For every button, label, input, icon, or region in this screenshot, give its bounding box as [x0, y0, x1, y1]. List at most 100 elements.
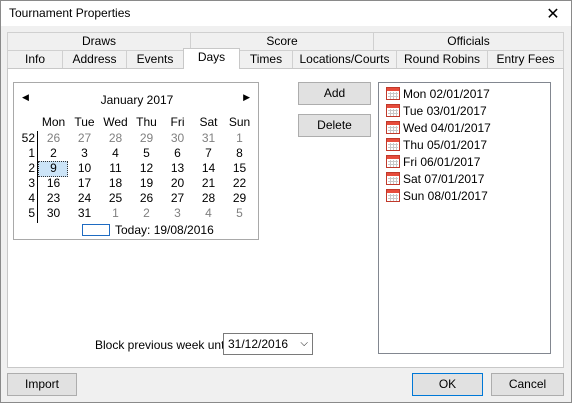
ok-button[interactable]: OK: [412, 373, 483, 396]
calendar-day[interactable]: 4: [193, 206, 224, 220]
calendar-day[interactable]: 27: [69, 131, 100, 145]
calendar-day[interactable]: 13: [162, 161, 193, 175]
calendar-day[interactable]: 16: [38, 176, 69, 190]
calendar-day[interactable]: 2: [131, 206, 162, 220]
calendar-icon: [386, 155, 400, 168]
calendar-day[interactable]: 26: [131, 191, 162, 205]
calendar-day[interactable]: 19: [131, 176, 162, 190]
window-title: Tournament Properties: [9, 6, 131, 20]
tab-officials[interactable]: Officials: [373, 32, 564, 50]
calendar-day[interactable]: 30: [38, 206, 69, 220]
calendar-day[interactable]: 12: [131, 161, 162, 175]
calendar-day[interactable]: 30: [162, 131, 193, 145]
weekday-name: Tue: [74, 115, 95, 129]
calendar-day[interactable]: 1: [100, 206, 131, 220]
calendar-icon: [386, 138, 400, 151]
days-list[interactable]: Mon 02/01/2017 Tue 03/01/2017 Wed 04/01/…: [378, 82, 551, 354]
calendar-month-label[interactable]: January 2017: [14, 93, 260, 107]
weekday-name: Thu: [136, 115, 157, 129]
block-previous-week-label: Block previous week until:: [95, 338, 234, 352]
calendar-day[interactable]: 10: [69, 161, 100, 175]
calendar-day[interactable]: 22: [224, 176, 255, 190]
today-marker[interactable]: [82, 224, 110, 236]
week-number: 5: [28, 206, 35, 220]
calendar-day[interactable]: 29: [131, 131, 162, 145]
tab-draws[interactable]: Draws: [7, 32, 191, 50]
week-number: 52: [21, 131, 35, 145]
calendar-day[interactable]: 1: [224, 131, 255, 145]
list-item[interactable]: Mon 02/01/2017: [386, 85, 490, 102]
calendar-day[interactable]: 20: [162, 176, 193, 190]
calendar-day[interactable]: 3: [69, 146, 100, 160]
list-item[interactable]: Wed 04/01/2017: [386, 119, 491, 136]
calendar-day[interactable]: 31: [69, 206, 100, 220]
week-number: 3: [28, 176, 35, 190]
calendar-day[interactable]: 26: [38, 131, 69, 145]
calendar-day[interactable]: 31: [193, 131, 224, 145]
list-item[interactable]: Thu 05/01/2017: [386, 136, 487, 153]
calendar-day[interactable]: 3: [162, 206, 193, 220]
calendar-day[interactable]: 29: [224, 191, 255, 205]
tab-events[interactable]: Events: [126, 50, 184, 68]
calendar-day[interactable]: 17: [69, 176, 100, 190]
calendar-day[interactable]: 11: [100, 161, 131, 175]
weekday-name: Mon: [41, 115, 66, 129]
calendar-day[interactable]: 2: [38, 146, 69, 160]
calendar-day[interactable]: 27: [162, 191, 193, 205]
tab-address[interactable]: Address: [62, 50, 127, 68]
calendar-icon: [386, 172, 400, 185]
week-number: 4: [28, 191, 35, 205]
calendar-day[interactable]: 5: [131, 146, 162, 160]
delete-button[interactable]: Delete: [298, 114, 371, 137]
weekday-name: Sat: [199, 115, 218, 129]
calendar-icon: [386, 121, 400, 134]
weekday-name: Sun: [228, 115, 251, 129]
list-item[interactable]: Sat 07/01/2017: [386, 170, 484, 187]
calendar-day[interactable]: 18: [100, 176, 131, 190]
calendar-icon: [386, 189, 400, 202]
month-calendar[interactable]: ◀ January 2017 ▶ Mon Tue Wed Thu Fri Sat…: [13, 82, 259, 240]
import-button[interactable]: Import: [7, 373, 77, 396]
block-date-value: 31/12/2016: [228, 337, 289, 351]
list-item-label: Mon 02/01/2017: [403, 86, 490, 101]
calendar-day[interactable]: 24: [69, 191, 100, 205]
week-number: 1: [28, 146, 35, 160]
tab-locations-courts[interactable]: Locations/Courts: [292, 50, 397, 68]
calendar-icon: [386, 87, 400, 100]
calendar-day[interactable]: 9: [38, 161, 69, 175]
tab-info[interactable]: Info: [7, 50, 63, 68]
calendar-day[interactable]: 5: [224, 206, 255, 220]
calendar-day[interactable]: 23: [38, 191, 69, 205]
today-label[interactable]: Today: 19/08/2016: [115, 223, 214, 237]
list-item-label: Thu 05/01/2017: [403, 137, 488, 152]
list-item-label: Tue 03/01/2017: [403, 103, 487, 118]
add-button[interactable]: Add: [298, 82, 371, 105]
calendar-day[interactable]: 14: [193, 161, 224, 175]
calendar-day[interactable]: 6: [162, 146, 193, 160]
calendar-icon: [386, 104, 400, 117]
week-number: 2: [28, 161, 35, 175]
next-month-icon[interactable]: ▶: [243, 92, 250, 103]
tab-times[interactable]: Times: [239, 50, 293, 68]
tab-round-robins[interactable]: Round Robins: [396, 50, 488, 68]
tab-days[interactable]: Days: [183, 48, 240, 69]
calendar-day[interactable]: 28: [193, 191, 224, 205]
calendar-day[interactable]: 28: [100, 131, 131, 145]
calendar-day[interactable]: 8: [224, 146, 255, 160]
cancel-button[interactable]: Cancel: [491, 373, 564, 396]
block-date-picker[interactable]: 31/12/2016 ⌵: [223, 333, 313, 355]
calendar-day[interactable]: 21: [193, 176, 224, 190]
chevron-down-icon[interactable]: ⌵: [300, 334, 308, 354]
list-item[interactable]: Tue 03/01/2017: [386, 102, 487, 119]
list-item[interactable]: Fri 06/01/2017: [386, 153, 480, 170]
calendar-day[interactable]: 4: [100, 146, 131, 160]
list-item-label: Sun 08/01/2017: [403, 188, 488, 203]
calendar-day[interactable]: 15: [224, 161, 255, 175]
list-item[interactable]: Sun 08/01/2017: [386, 187, 488, 204]
list-item-label: Sat 07/01/2017: [403, 171, 485, 186]
tab-entry-fees[interactable]: Entry Fees: [487, 50, 564, 68]
calendar-day[interactable]: 25: [100, 191, 131, 205]
list-item-label: Fri 06/01/2017: [403, 154, 481, 169]
calendar-day[interactable]: 7: [193, 146, 224, 160]
close-icon[interactable]: ✕: [535, 1, 571, 27]
